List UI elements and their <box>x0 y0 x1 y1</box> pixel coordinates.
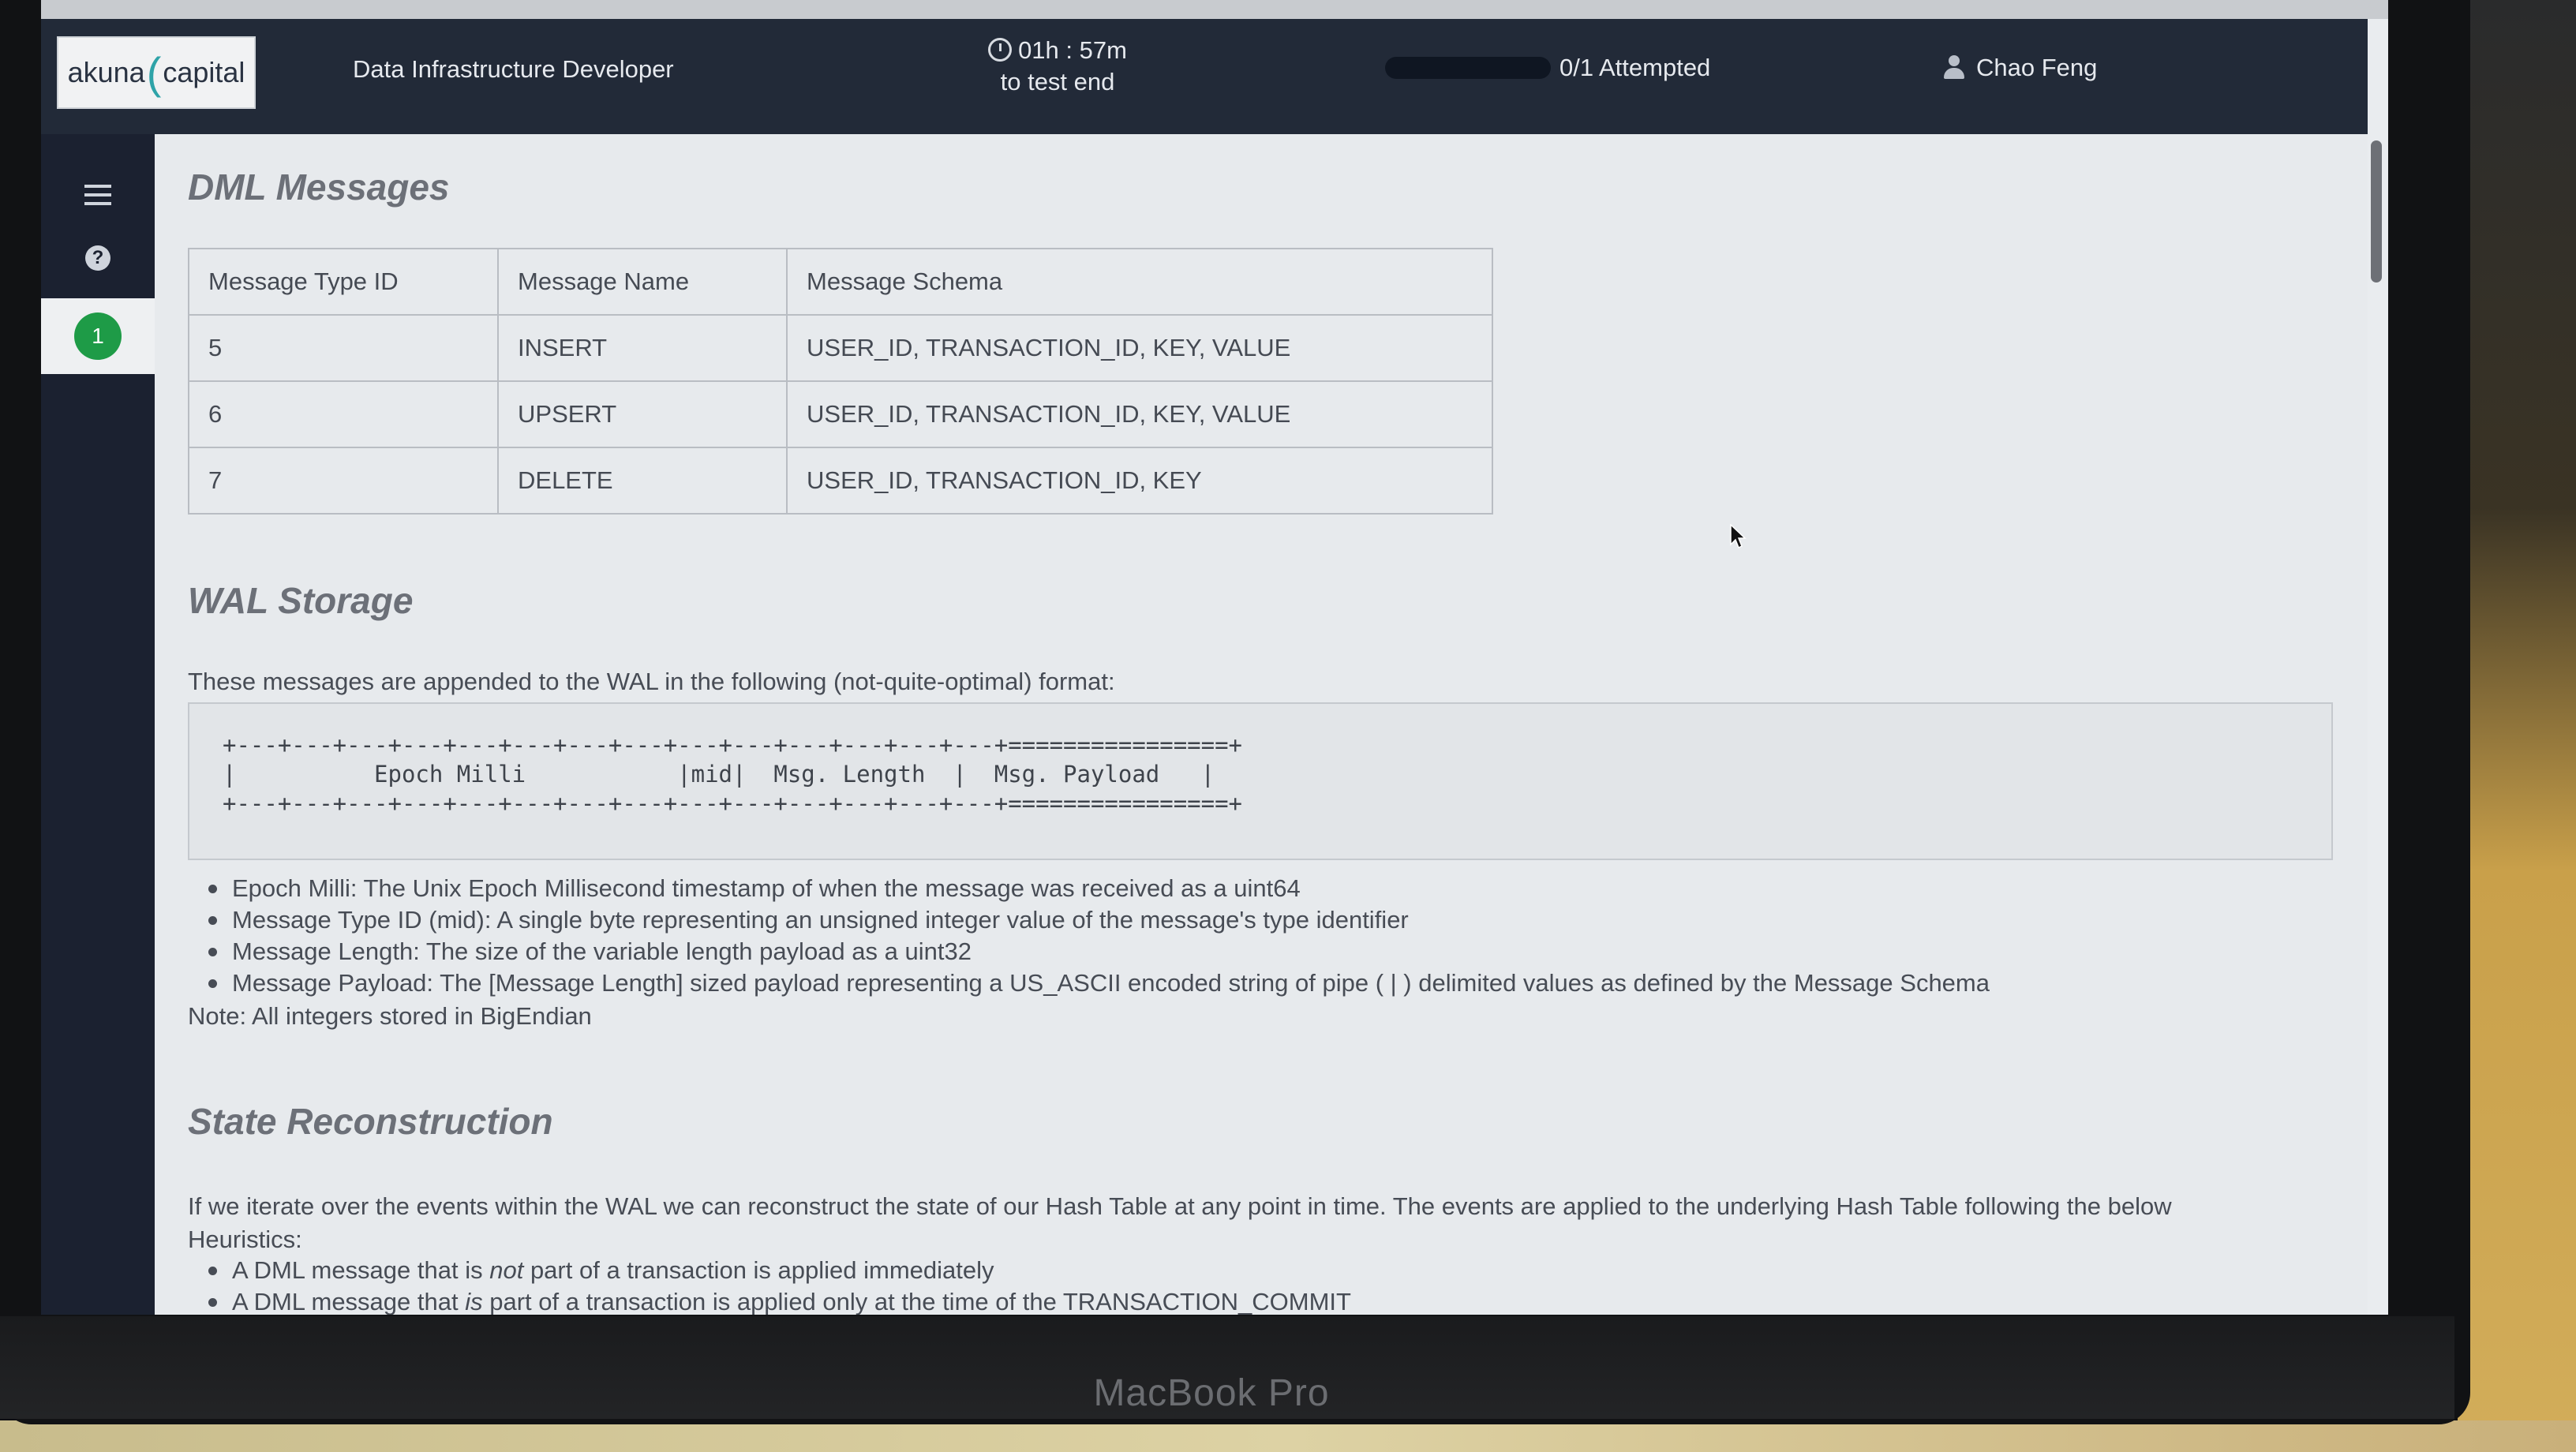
content-scrollbar[interactable] <box>2371 140 2382 283</box>
code-line: +---+---+---+---+---+---+---+---+---+---… <box>223 790 1243 817</box>
desk-surface <box>0 1420 2576 1452</box>
code-line: +---+---+---+---+---+---+---+---+---+---… <box>223 732 1243 758</box>
help-button[interactable]: ? <box>41 230 155 286</box>
heading-wal-storage: WAL Storage <box>188 580 414 621</box>
table-cell: DELETE <box>497 447 788 515</box>
test-timer: 01h : 57m to test end <box>979 35 1136 98</box>
browser-top-strip <box>41 0 2388 19</box>
table-row: 7 DELETE USER_ID, TRANSACTION_ID, KEY <box>188 447 1493 515</box>
table-cell: USER_ID, TRANSACTION_ID, KEY <box>786 447 1493 515</box>
attempt-progress-bar <box>1385 57 1551 79</box>
table-cell: 7 <box>188 447 499 515</box>
list-item: Message Payload: The [Message Length] si… <box>204 967 1990 999</box>
table-cell: 5 <box>188 314 499 382</box>
list-item: Message Length: The size of the variable… <box>204 936 1990 967</box>
column-header: Message Type ID <box>188 248 499 316</box>
wal-intro: These messages are appended to the WAL i… <box>188 668 1115 695</box>
list-item: A DML message that is part of a transact… <box>204 1286 1351 1315</box>
code-line: | Epoch Milli |mid| Msg. Length | Msg. P… <box>223 761 1215 788</box>
wal-field-list: Epoch Milli: The Unix Epoch Millisecond … <box>204 873 1990 999</box>
timer-value: 01h : 57m <box>1018 36 1127 64</box>
heading-dml-messages: DML Messages <box>188 167 450 208</box>
sidebar: ? 1 <box>41 134 155 1315</box>
device-brand-label: MacBook Pro <box>1093 1372 1330 1414</box>
code-text: +---+---+---+---+---+---+---+---+---+---… <box>223 731 1242 818</box>
laptop-bezel: akuna ( capital Data Infrastructure Deve… <box>0 0 2470 1424</box>
job-title: Data Infrastructure Developer <box>353 55 674 83</box>
help-icon: ? <box>85 245 110 271</box>
question-list-button[interactable] <box>41 167 155 223</box>
column-header: Message Name <box>497 248 788 316</box>
user-name: Chao Feng <box>1976 54 2098 81</box>
logo-text-left: akuna <box>67 56 145 88</box>
heading-state-reconstruction: State Reconstruction <box>188 1101 553 1142</box>
mouse-cursor-icon <box>1730 524 1747 549</box>
desk-background <box>2458 0 2576 1452</box>
clock-icon <box>988 38 1013 62</box>
list-item: Epoch Milli: The Unix Epoch Millisecond … <box>204 873 1990 904</box>
state-paragraph-line: Heuristics: <box>188 1226 302 1253</box>
user-icon <box>1943 55 1965 79</box>
table-cell: INSERT <box>497 314 788 382</box>
dml-messages-table: Message Type ID Message Name Message Sch… <box>188 248 1493 515</box>
list-item: Message Type ID (mid): A single byte rep… <box>204 904 1990 936</box>
company-logo: akuna ( capital <box>57 36 256 109</box>
question-nav-item-1[interactable]: 1 <box>41 298 155 374</box>
column-header: Message Schema <box>786 248 1493 316</box>
table-row: 5 INSERT USER_ID, TRANSACTION_ID, KEY, V… <box>188 314 1493 382</box>
endianness-note: Note: All integers stored in BigEndian <box>188 1002 592 1030</box>
screen: akuna ( capital Data Infrastructure Deve… <box>41 0 2388 1315</box>
table-row: 6 UPSERT USER_ID, TRANSACTION_ID, KEY, V… <box>188 380 1493 448</box>
table-cell: 6 <box>188 380 499 448</box>
logo-text-right: capital <box>163 56 245 88</box>
list-icon <box>84 185 111 205</box>
problem-statement: DML Messages Message Type ID Message Nam… <box>155 134 2368 1315</box>
state-paragraph: If we iterate over the events within the… <box>188 1190 2172 1256</box>
user-menu[interactable]: Chao Feng <box>1943 54 2097 82</box>
heuristics-list: A DML message that is not part of a tran… <box>204 1255 1351 1315</box>
list-item: A DML message that is not part of a tran… <box>204 1255 1351 1286</box>
attempted-count: 0/1 Attempted <box>1559 54 1711 81</box>
question-number-badge: 1 <box>74 312 122 360</box>
table-cell: UPSERT <box>497 380 788 448</box>
table-header-row: Message Type ID Message Name Message Sch… <box>188 248 1493 316</box>
logo-mark-icon: ( <box>146 47 162 98</box>
wal-format-code-block: +---+---+---+---+---+---+---+---+---+---… <box>188 702 2333 860</box>
timer-subtitle: to test end <box>1000 68 1115 95</box>
table-cell: USER_ID, TRANSACTION_ID, KEY, VALUE <box>786 314 1493 382</box>
test-header: akuna ( capital Data Infrastructure Deve… <box>41 19 2368 134</box>
state-paragraph-line: If we iterate over the events within the… <box>188 1192 2172 1220</box>
table-cell: USER_ID, TRANSACTION_ID, KEY, VALUE <box>786 380 1493 448</box>
